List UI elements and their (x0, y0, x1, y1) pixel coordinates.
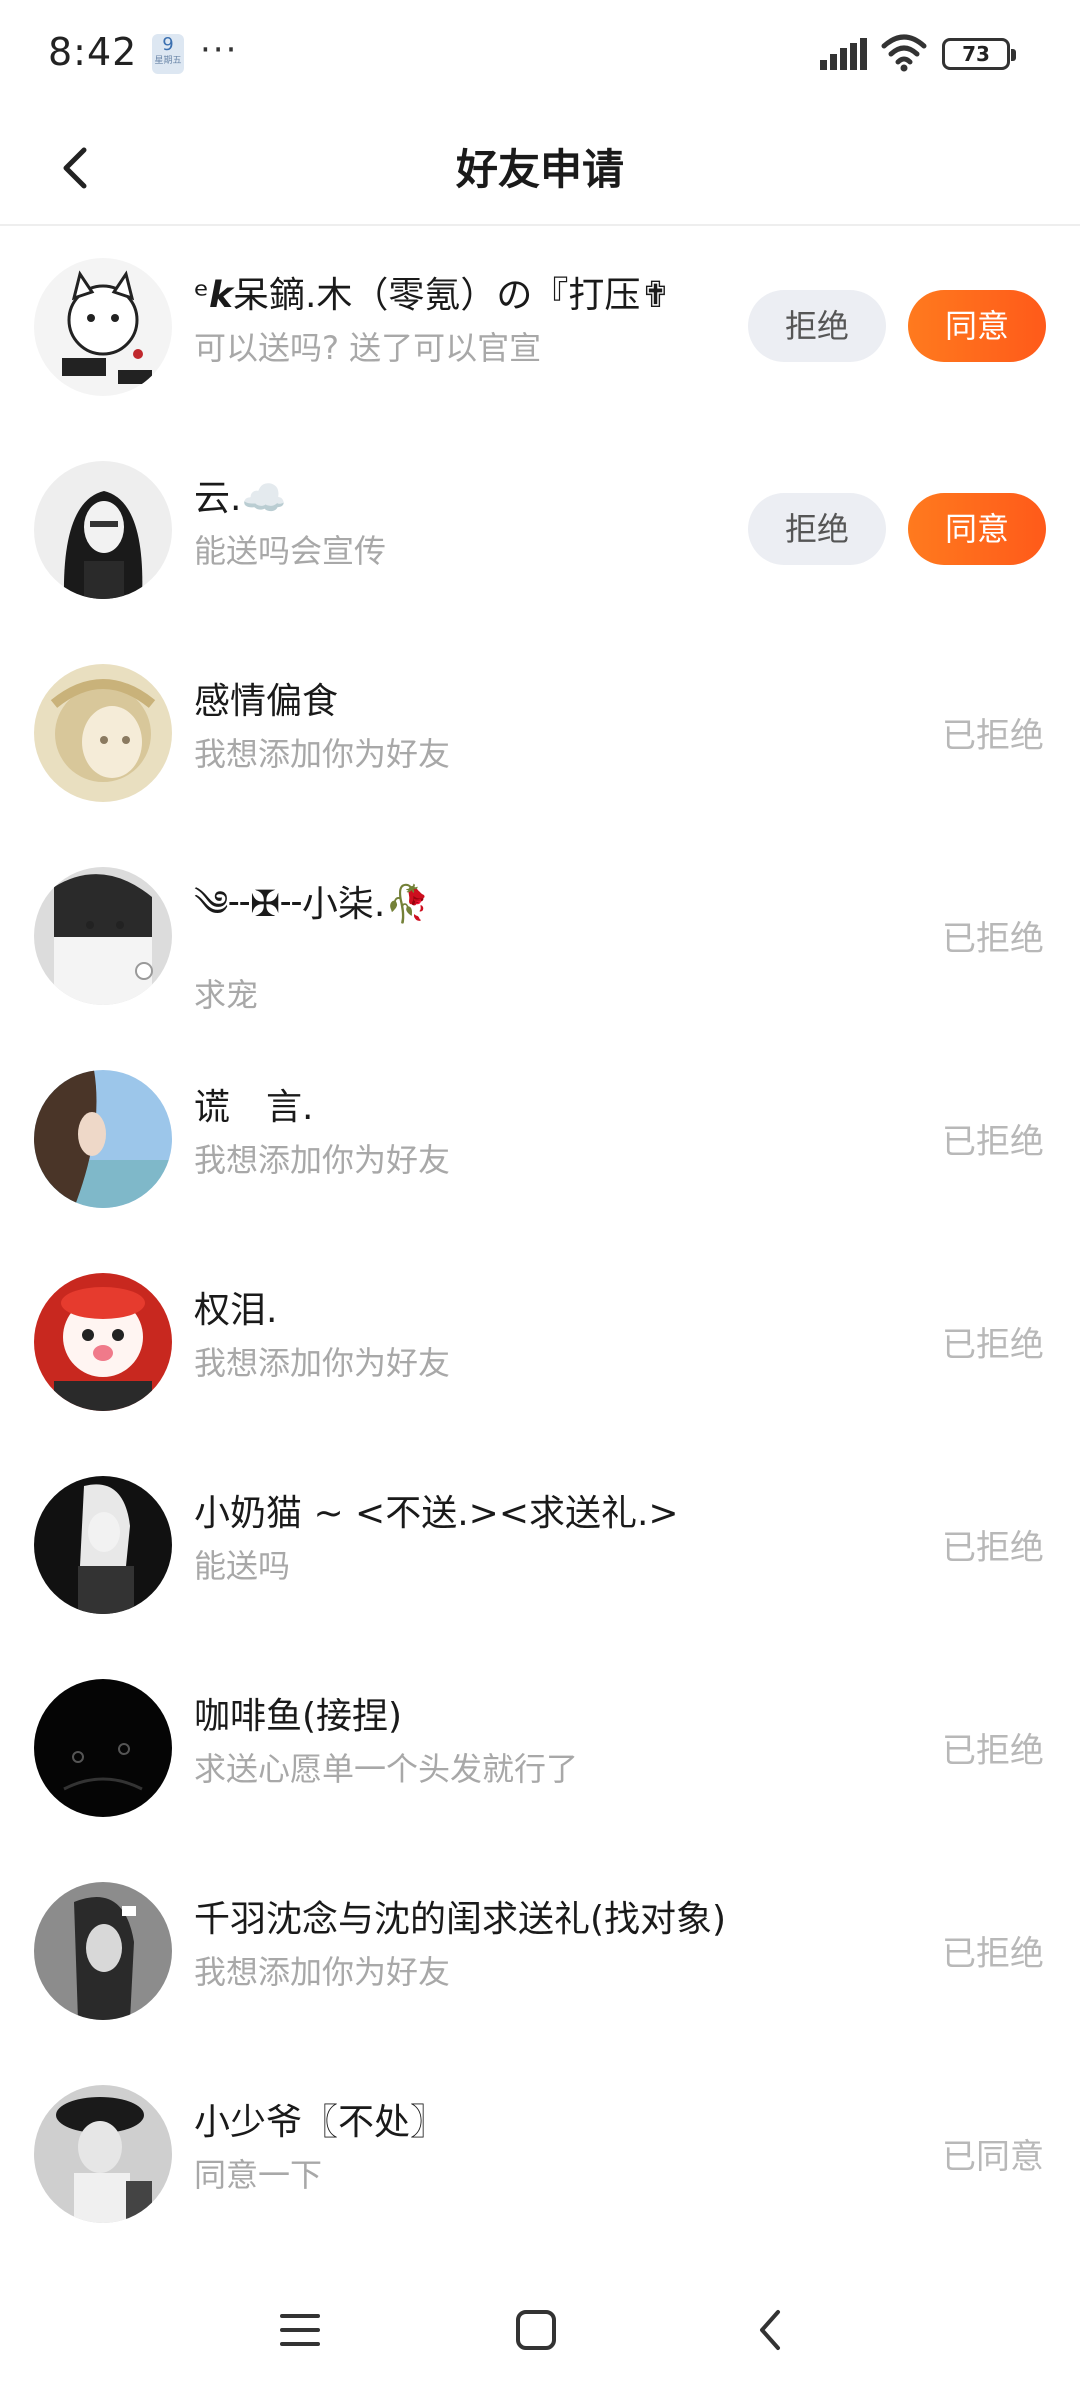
avatar[interactable] (34, 461, 172, 599)
friend-request-row[interactable]: 小少爷〖不处〗 同意一下 已同意 (0, 2053, 1080, 2256)
friend-request-row[interactable]: 咖啡鱼(接捏) 求送心愿单一个头发就行了 已拒绝 (0, 1647, 1080, 1850)
back-arrow-icon (760, 2310, 780, 2350)
friend-request-row[interactable]: ᵉ𝙠呆鏑.木（零氪）の『打压✟ 可以送吗? 送了可以官宣 拒绝 同意 (0, 226, 1080, 429)
request-name: 谎 言. (194, 1087, 314, 1128)
request-name: 感情偏食 (194, 681, 339, 722)
request-name: 小少爷〖不处〗 (194, 2102, 447, 2143)
header: 好友申请 (0, 108, 1080, 226)
request-name: 咖啡鱼(接捏) (194, 1696, 403, 1737)
request-message: 我想添加你为好友 (194, 1344, 451, 1382)
request-message: 我想添加你为好友 (194, 1953, 451, 1991)
more-notifications-icon: ··· (200, 30, 239, 70)
request-name: ᵉ𝙠呆鏑.木（零氪）の『打压✟ (194, 275, 671, 316)
request-name: 小奶猫 ~ <不送.><求送礼.> (194, 1493, 679, 1534)
request-name: ༄╌✠╌小柒.🥀 (194, 884, 431, 925)
request-message: 能送吗 (194, 1547, 291, 1585)
accept-button[interactable]: 同意 (908, 290, 1046, 362)
avatar[interactable] (34, 1882, 172, 2020)
request-name: 权泪. (194, 1290, 278, 1331)
reject-button[interactable]: 拒绝 (748, 493, 886, 565)
system-nav-bar (0, 2260, 1080, 2400)
recent-apps-button[interactable] (264, 2294, 336, 2366)
request-message: 我想添加你为好友 (194, 1141, 451, 1179)
rejected-status: 已拒绝 (942, 1528, 1044, 1568)
status-time: 8:42 (48, 30, 138, 74)
avatar[interactable] (34, 258, 172, 396)
avatar[interactable] (34, 867, 172, 1005)
calendar-badge-icon: 9 星期五 (152, 34, 184, 74)
request-name: 云.☁️ (194, 478, 287, 519)
home-square-icon (516, 2310, 556, 2350)
page-title: 好友申请 (455, 145, 624, 194)
signal-icon (820, 38, 867, 70)
friend-request-row[interactable]: 感情偏食 我想添加你为好友 已拒绝 (0, 632, 1080, 835)
system-back-button[interactable] (734, 2294, 806, 2366)
avatar[interactable] (34, 1070, 172, 1208)
request-message: 可以送吗? 送了可以官宣 (194, 329, 542, 367)
rejected-status: 已拒绝 (942, 1934, 1044, 1974)
calendar-badge-number: 9 (162, 34, 174, 55)
status-bar: 8:42 9 星期五 ··· 73 (0, 0, 1080, 108)
friend-request-row[interactable]: 小奶猫 ~ <不送.><求送礼.> 能送吗 已拒绝 (0, 1444, 1080, 1647)
avatar[interactable] (34, 1273, 172, 1411)
request-message: 我想添加你为好友 (194, 735, 451, 773)
calendar-badge-sub: 星期五 (154, 56, 182, 66)
avatar[interactable] (34, 1476, 172, 1614)
friend-request-row[interactable]: 权泪. 我想添加你为好友 已拒绝 (0, 1241, 1080, 1444)
accepted-status: 已同意 (942, 2137, 1044, 2177)
request-name: 千羽沈念与沈的闺求送礼(找对象) (194, 1899, 727, 1940)
battery-icon: 73 (942, 38, 1016, 70)
rejected-status: 已拒绝 (942, 1122, 1044, 1162)
friend-request-row[interactable]: 云.☁️ 能送吗会宣传 拒绝 同意 (0, 429, 1080, 632)
friend-request-list: ᵉ𝙠呆鏑.木（零氪）の『打压✟ 可以送吗? 送了可以官宣 拒绝 同意 云.☁️ … (0, 226, 1080, 2256)
request-message: 能送吗会宣传 (194, 532, 387, 570)
friend-request-row[interactable]: 谎 言. 我想添加你为好友 已拒绝 (0, 1038, 1080, 1241)
request-message: 同意一下 (194, 2156, 323, 2194)
menu-icon (280, 2314, 320, 2346)
avatar[interactable] (34, 664, 172, 802)
request-message: 求宠 (194, 976, 259, 1014)
reject-button[interactable]: 拒绝 (748, 290, 886, 362)
request-message: 求送心愿单一个头发就行了 (194, 1750, 579, 1788)
avatar[interactable] (34, 2085, 172, 2223)
rejected-status: 已拒绝 (942, 716, 1044, 756)
home-button[interactable] (500, 2294, 572, 2366)
rejected-status: 已拒绝 (942, 919, 1044, 959)
friend-request-row[interactable]: ༄╌✠╌小柒.🥀 求宠 已拒绝 (0, 835, 1080, 1038)
wifi-icon (881, 34, 927, 72)
rejected-status: 已拒绝 (942, 1731, 1044, 1771)
avatar[interactable] (34, 1679, 172, 1817)
friend-request-row[interactable]: 千羽沈念与沈的闺求送礼(找对象) 我想添加你为好友 已拒绝 (0, 1850, 1080, 2053)
rejected-status: 已拒绝 (942, 1325, 1044, 1365)
accept-button[interactable]: 同意 (908, 493, 1046, 565)
